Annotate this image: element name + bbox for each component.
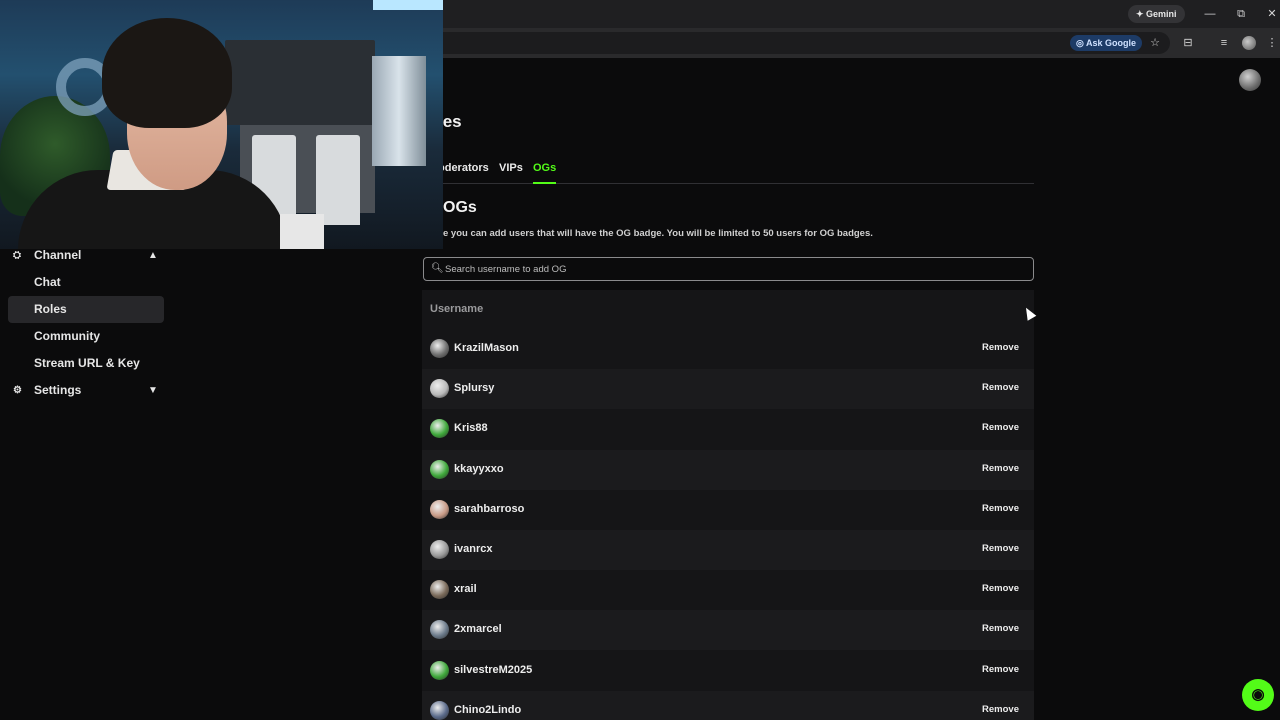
tab-ogs[interactable]: OGs <box>533 160 557 184</box>
webcam-overlay <box>0 0 443 249</box>
ask-google-button[interactable]: ◎ Ask Google <box>1070 35 1143 51</box>
gear-icon: ⚙ <box>13 385 22 396</box>
table-row: Chino2Lindo Remove <box>422 690 1034 720</box>
sidebar-item-settings[interactable]: ⚙ Settings ▼ <box>8 377 164 404</box>
bookmark-star-icon[interactable]: ☆ <box>1147 35 1163 51</box>
chevron-down-icon: ▼ <box>148 385 158 396</box>
sidebar-item-label: Channel <box>34 248 82 262</box>
webcam-cabinets <box>225 40 375 125</box>
remove-button[interactable]: Remove <box>973 578 1028 600</box>
avatar <box>430 700 449 720</box>
avatar <box>430 379 449 399</box>
remove-button[interactable]: Remove <box>973 377 1028 399</box>
username[interactable]: sarahbarroso <box>454 503 524 515</box>
restore-icon[interactable]: ⧉ <box>1233 6 1249 22</box>
table-row: Kris88 Remove <box>422 409 1034 449</box>
remove-button[interactable]: Remove <box>973 498 1028 520</box>
sidebar-item-label: Chat <box>34 275 61 289</box>
tab-moderators[interactable]: oderators <box>438 160 489 184</box>
remove-button[interactable]: Remove <box>973 699 1028 720</box>
tab-vips[interactable]: VIPs <box>499 160 523 184</box>
username[interactable]: Kris88 <box>454 422 488 434</box>
ask-google-label: Ask Google <box>1086 38 1137 48</box>
sidebar-item-label: Stream URL & Key <box>34 356 140 370</box>
avatar <box>430 540 449 559</box>
sidebar-item-roles[interactable]: Roles <box>8 296 164 323</box>
remove-button[interactable]: Remove <box>973 458 1028 480</box>
remove-button[interactable]: Remove <box>973 659 1028 681</box>
sidebar-item-chat[interactable]: Chat <box>8 269 164 296</box>
sidepanel-icon[interactable]: ⊟ <box>1180 35 1196 51</box>
avatar <box>430 339 449 358</box>
table-row: silvestreM2025 Remove <box>422 651 1034 691</box>
section-description: e you can add users that will have the O… <box>443 228 873 239</box>
username[interactable]: 2xmarcel <box>454 623 502 635</box>
username[interactable]: ivanrcx <box>454 543 493 555</box>
section-title: OGs <box>443 199 477 216</box>
table-row: 2xmarcel Remove <box>422 610 1034 651</box>
table-row: Splursy Remove <box>422 369 1034 410</box>
webcam-fridge <box>372 56 426 166</box>
table-row: KrazilMason Remove <box>422 329 1034 369</box>
og-users-table: Username KrazilMason Remove Splursy Remove K… <box>422 290 1034 720</box>
column-header-username: Username <box>430 303 484 315</box>
webcam-light <box>373 0 443 10</box>
username[interactable]: kkayyxxo <box>454 463 504 475</box>
avatar <box>430 499 449 519</box>
webcam-stool <box>316 135 360 225</box>
sidebar-item-community[interactable]: Community <box>8 323 164 350</box>
search-icon: 🔍︎ <box>431 263 444 274</box>
sidebar-item-stream-url-key[interactable]: Stream URL & Key <box>8 350 164 377</box>
minimize-icon[interactable]: — <box>1202 6 1218 22</box>
table-row: ivanrcx Remove <box>422 530 1034 570</box>
user-avatar[interactable] <box>1239 69 1261 91</box>
webcam-person-hair <box>102 18 232 128</box>
sidebar-item-label: Settings <box>34 383 82 397</box>
remove-button[interactable]: Remove <box>973 337 1028 359</box>
username[interactable]: Chino2Lindo <box>454 704 521 716</box>
search-input[interactable] <box>445 258 1025 280</box>
sidebar: ⛭ Channel ▲ Chat Roles Community Stream … <box>8 242 164 404</box>
sidebar-item-label: Community <box>34 329 100 343</box>
media-controls-icon[interactable]: ≡ <box>1216 35 1232 51</box>
username[interactable]: silvestreM2025 <box>454 664 532 676</box>
avatar <box>430 660 449 680</box>
support-chat-icon[interactable]: ◉ <box>1242 679 1274 711</box>
avatar <box>430 620 449 640</box>
table-row: kkayyxxo Remove <box>422 449 1034 490</box>
remove-button[interactable]: Remove <box>973 618 1028 640</box>
username[interactable]: Splursy <box>454 382 494 394</box>
username[interactable]: KrazilMason <box>454 342 519 354</box>
browser-profile-icon[interactable] <box>1242 36 1256 50</box>
avatar <box>430 580 449 600</box>
remove-button[interactable]: Remove <box>973 417 1028 439</box>
webcam-panel <box>280 214 324 249</box>
gemini-button[interactable]: ✦ Gemini <box>1128 5 1185 23</box>
close-icon[interactable]: ✕ <box>1264 6 1280 22</box>
username[interactable]: xrail <box>454 583 477 595</box>
screen: ✦ Gemini — ⧉ ✕ ◎ Ask Google ☆ ⊟ ≡ ⋮ ⛭ Ch… <box>0 0 1280 720</box>
avatar <box>430 459 449 479</box>
sidebar-item-label: Roles <box>34 302 67 316</box>
more-menu-icon[interactable]: ⋮ <box>1264 35 1280 51</box>
table-row: xrail Remove <box>422 570 1034 610</box>
remove-button[interactable]: Remove <box>973 538 1028 560</box>
table-row: sarahbarroso Remove <box>422 490 1034 530</box>
gemini-label: Gemini <box>1146 9 1177 19</box>
avatar <box>430 419 449 439</box>
roles-tabs: oderators VIPs OGs <box>438 160 1034 184</box>
search-box: 🔍︎ <box>423 257 1034 281</box>
